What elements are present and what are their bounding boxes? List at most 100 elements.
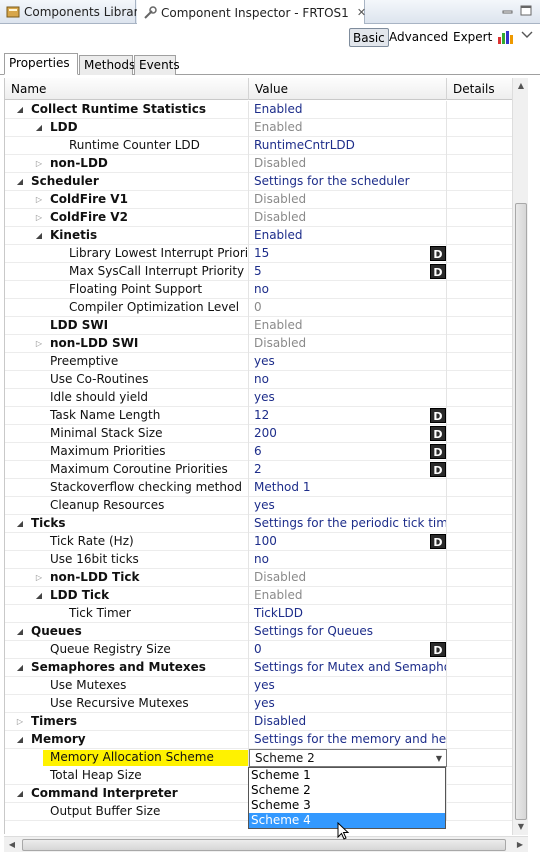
minimize-icon[interactable] xyxy=(500,4,516,18)
property-name-cell[interactable]: ▷ ColdFire V1 xyxy=(5,191,249,209)
property-row[interactable]: ▷ Timers Disabled xyxy=(5,713,512,731)
property-name-cell[interactable]: ◢ Ticks xyxy=(5,515,249,533)
property-value-cell[interactable]: TickLDD xyxy=(249,605,447,623)
collapse-icon[interactable]: ◢ xyxy=(15,176,25,188)
tab-component-inspector[interactable]: Component Inspector - FRTOS1 ✕ xyxy=(137,0,366,25)
default-value-button[interactable]: D xyxy=(430,642,446,657)
property-name-cell[interactable]: ▷ non-LDD SWI xyxy=(5,335,249,353)
property-value-cell[interactable]: 0 xyxy=(249,299,447,317)
scroll-down-icon[interactable]: ▼ xyxy=(513,819,529,835)
tab-properties[interactable]: Properties xyxy=(4,53,78,75)
horizontal-scrollbar[interactable]: ◀ ▶ xyxy=(4,836,528,852)
property-row[interactable]: ◢ Memory Settings for the memory and heap … xyxy=(5,731,512,749)
scheme-select[interactable]: Scheme 2 ▼ xyxy=(249,749,447,767)
property-name-cell[interactable]: ▷ non-LDD xyxy=(5,155,249,173)
property-row[interactable]: Preemptive yes xyxy=(5,353,512,371)
expand-icon[interactable]: ▷ xyxy=(34,194,44,206)
property-value-cell[interactable]: 6 xyxy=(249,443,447,461)
expand-icon[interactable]: ▷ xyxy=(15,716,25,728)
property-name-cell[interactable]: Minimal Stack Size xyxy=(5,425,249,443)
property-value-cell[interactable]: 2 xyxy=(249,461,447,479)
collapse-icon[interactable]: ◢ xyxy=(34,122,44,134)
default-value-button[interactable]: D xyxy=(430,426,446,441)
property-name-cell[interactable]: Use Mutexes xyxy=(5,677,249,695)
property-row[interactable]: Maximum Priorities 6 D xyxy=(5,443,512,461)
property-row[interactable]: ◢ Ticks Settings for the periodic tick tim… xyxy=(5,515,512,533)
property-value-cell[interactable]: no xyxy=(249,371,447,389)
property-value-cell[interactable]: Enabled xyxy=(249,227,447,245)
property-name-cell[interactable]: Output Buffer Size xyxy=(5,803,249,821)
scroll-left-icon[interactable]: ◀ xyxy=(4,837,20,853)
property-value-cell[interactable]: Enabled xyxy=(249,587,447,605)
expand-icon[interactable]: ▷ xyxy=(34,572,44,584)
column-header-value[interactable]: Value xyxy=(249,78,447,100)
property-name-cell[interactable]: Compiler Optimization Level xyxy=(5,299,249,317)
property-row[interactable]: Max SysCall Interrupt Priority 5 D xyxy=(5,263,512,281)
tab-methods[interactable]: Methods xyxy=(79,55,135,75)
property-name-cell[interactable]: ◢ Queues xyxy=(5,623,249,641)
property-value-cell[interactable]: Method 1 xyxy=(249,479,447,497)
property-value-cell[interactable]: Settings for the memory and heap ... xyxy=(249,731,447,749)
dropdown-option[interactable]: Scheme 2 xyxy=(249,783,445,798)
property-row-selected[interactable]: Memory Allocation Scheme Scheme 2 ▼ xyxy=(5,749,512,767)
property-value-cell[interactable]: Disabled xyxy=(249,335,447,353)
default-value-button[interactable]: D xyxy=(430,462,446,477)
collapse-icon[interactable]: ◢ xyxy=(15,518,25,530)
property-value-cell[interactable]: Settings for the scheduler xyxy=(249,173,447,191)
property-name-cell[interactable]: ▷ Timers xyxy=(5,713,249,731)
collapse-icon[interactable]: ◢ xyxy=(15,788,25,800)
property-row[interactable]: Compiler Optimization Level 0 xyxy=(5,299,512,317)
property-row[interactable]: Floating Point Support no xyxy=(5,281,512,299)
property-name-cell[interactable]: ▷ non-LDD Tick xyxy=(5,569,249,587)
default-value-button[interactable]: D xyxy=(430,534,446,549)
property-name-cell[interactable]: Stackoverflow checking method xyxy=(5,479,249,497)
property-name-cell[interactable]: Maximum Coroutine Priorities xyxy=(5,461,249,479)
property-row[interactable]: ◢ Kinetis Enabled xyxy=(5,227,512,245)
horizontal-scroll-thumb[interactable] xyxy=(22,839,506,851)
property-name-cell[interactable]: Use Co-Routines xyxy=(5,371,249,389)
property-value-cell[interactable]: Settings for Mutex and Semaphore xyxy=(249,659,447,677)
property-value-cell[interactable]: RuntimeCntrLDD xyxy=(249,137,447,155)
property-name-cell[interactable]: Memory Allocation Scheme xyxy=(5,749,249,767)
property-name-cell[interactable]: ◢ Scheduler xyxy=(5,173,249,191)
property-name-cell[interactable]: Queue Registry Size xyxy=(5,641,249,659)
property-name-cell[interactable]: Library Lowest Interrupt Priority xyxy=(5,245,249,263)
property-row[interactable]: ◢ Scheduler Settings for the scheduler xyxy=(5,173,512,191)
property-name-cell[interactable]: Idle should yield xyxy=(5,389,249,407)
collapse-icon[interactable]: ◢ xyxy=(15,104,25,116)
property-name-cell[interactable]: ◢ Command Interpreter xyxy=(5,785,249,803)
expand-icon[interactable]: ▷ xyxy=(34,212,44,224)
property-row[interactable]: Use 16bit ticks no xyxy=(5,551,512,569)
property-value-cell[interactable]: Settings for the periodic tick timer xyxy=(249,515,447,533)
property-value-cell[interactable]: Settings for Queues xyxy=(249,623,447,641)
advanced-mode-button[interactable]: Advanced xyxy=(386,28,451,47)
property-value-cell[interactable]: yes xyxy=(249,677,447,695)
property-value-cell[interactable]: Enabled xyxy=(249,119,447,137)
property-value-cell[interactable]: Disabled xyxy=(249,209,447,227)
property-value-cell[interactable]: yes xyxy=(249,353,447,371)
chart-icon[interactable] xyxy=(496,29,514,45)
tab-components-library[interactable]: Components Library xyxy=(0,0,146,24)
property-name-cell[interactable]: Use Recursive Mutexes xyxy=(5,695,249,713)
property-value-cell[interactable]: yes xyxy=(249,695,447,713)
property-value-cell[interactable]: 15 xyxy=(249,245,447,263)
dropdown-option[interactable]: Scheme 1 xyxy=(249,768,445,783)
property-value-cell[interactable]: Disabled xyxy=(249,155,447,173)
property-value-cell[interactable]: 5 xyxy=(249,263,447,281)
property-name-cell[interactable]: ◢ Semaphores and Mutexes xyxy=(5,659,249,677)
column-header-details[interactable]: Details xyxy=(447,78,512,100)
property-name-cell[interactable]: Tick Rate (Hz) xyxy=(5,533,249,551)
property-row[interactable]: Use Co-Routines no xyxy=(5,371,512,389)
property-value-cell[interactable]: no xyxy=(249,281,447,299)
property-name-cell[interactable]: Runtime Counter LDD xyxy=(5,137,249,155)
property-row[interactable]: ▷ ColdFire V2 Disabled xyxy=(5,209,512,227)
property-row[interactable]: Queue Registry Size 0 D xyxy=(5,641,512,659)
property-row[interactable]: Stackoverflow checking method Method 1 xyxy=(5,479,512,497)
property-value-cell[interactable]: Disabled xyxy=(249,191,447,209)
property-value-cell[interactable]: 100 xyxy=(249,533,447,551)
property-row[interactable]: ◢ LDD Tick Enabled xyxy=(5,587,512,605)
property-value-cell[interactable]: no xyxy=(249,551,447,569)
property-row[interactable]: Runtime Counter LDD RuntimeCntrLDD xyxy=(5,137,512,155)
vertical-scroll-thumb[interactable] xyxy=(515,203,527,820)
property-row[interactable]: ◢ Collect Runtime Statistics Enabled xyxy=(5,101,512,119)
